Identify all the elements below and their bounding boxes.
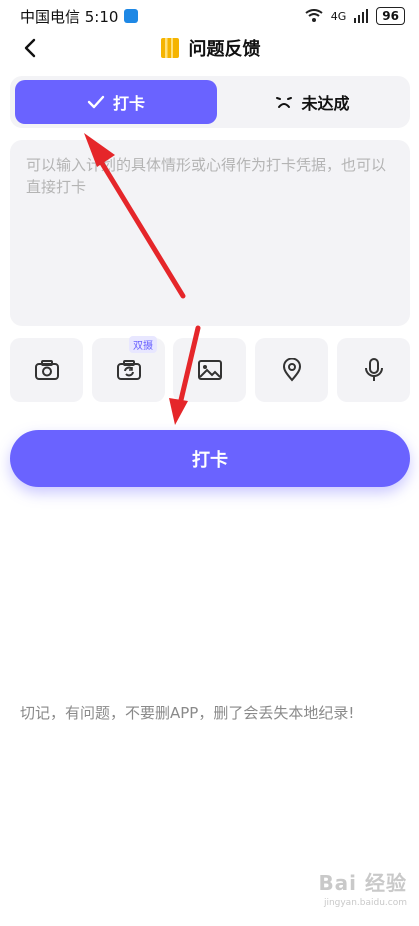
back-button[interactable]	[18, 36, 42, 60]
dual-camera-button[interactable]: 双摄	[92, 336, 165, 402]
signal-icon	[354, 9, 369, 23]
title-wrap: 问题反馈	[159, 35, 261, 61]
carrier-time: 中国电信 5:10	[20, 7, 119, 26]
dual-camera-icon	[116, 360, 141, 380]
battery-indicator: 96	[376, 7, 405, 25]
notebook-icon	[160, 38, 179, 58]
wifi-icon	[305, 9, 323, 22]
chevron-left-icon	[24, 38, 36, 58]
tab-missed-label: 未达成	[301, 94, 350, 113]
sad-face-icon	[276, 97, 293, 108]
page-title: 问题反馈	[188, 39, 261, 60]
watermark-brand: Bai 经验	[318, 871, 407, 895]
image-icon	[197, 360, 222, 380]
status-tabs: 打卡 未达成	[10, 76, 410, 128]
checkin-note-input[interactable]	[10, 140, 410, 326]
tab-checkin[interactable]: 打卡	[15, 80, 217, 124]
attachment-tools: 双摄	[10, 336, 410, 402]
image-button[interactable]	[173, 338, 246, 402]
check-icon	[87, 95, 105, 109]
camera-icon	[34, 360, 59, 380]
warning-note: 切记，有问题，不要删APP，删了会丢失本地纪录!	[20, 704, 355, 722]
checkin-button[interactable]: 打卡	[10, 430, 410, 487]
voice-button[interactable]	[337, 338, 410, 402]
tab-missed[interactable]: 未达成	[220, 80, 405, 124]
network-type: 4G	[330, 9, 347, 23]
watermark: Bai 经验 jingyan.baidu.com	[318, 867, 407, 908]
header: 问题反馈	[0, 32, 419, 64]
status-left: 中国电信 5:10	[20, 6, 139, 27]
location-button[interactable]	[255, 338, 328, 402]
microphone-icon	[364, 358, 383, 381]
status-bar: 中国电信 5:10 4G 96	[0, 0, 419, 32]
watermark-url: jingyan.baidu.com	[323, 898, 407, 908]
app-notification-icon	[124, 9, 139, 23]
location-icon	[282, 358, 301, 382]
status-right: 4G 96	[305, 7, 405, 25]
camera-button[interactable]	[10, 338, 83, 402]
dual-camera-badge: 双摄	[129, 336, 157, 353]
tab-checkin-label: 打卡	[112, 94, 145, 113]
